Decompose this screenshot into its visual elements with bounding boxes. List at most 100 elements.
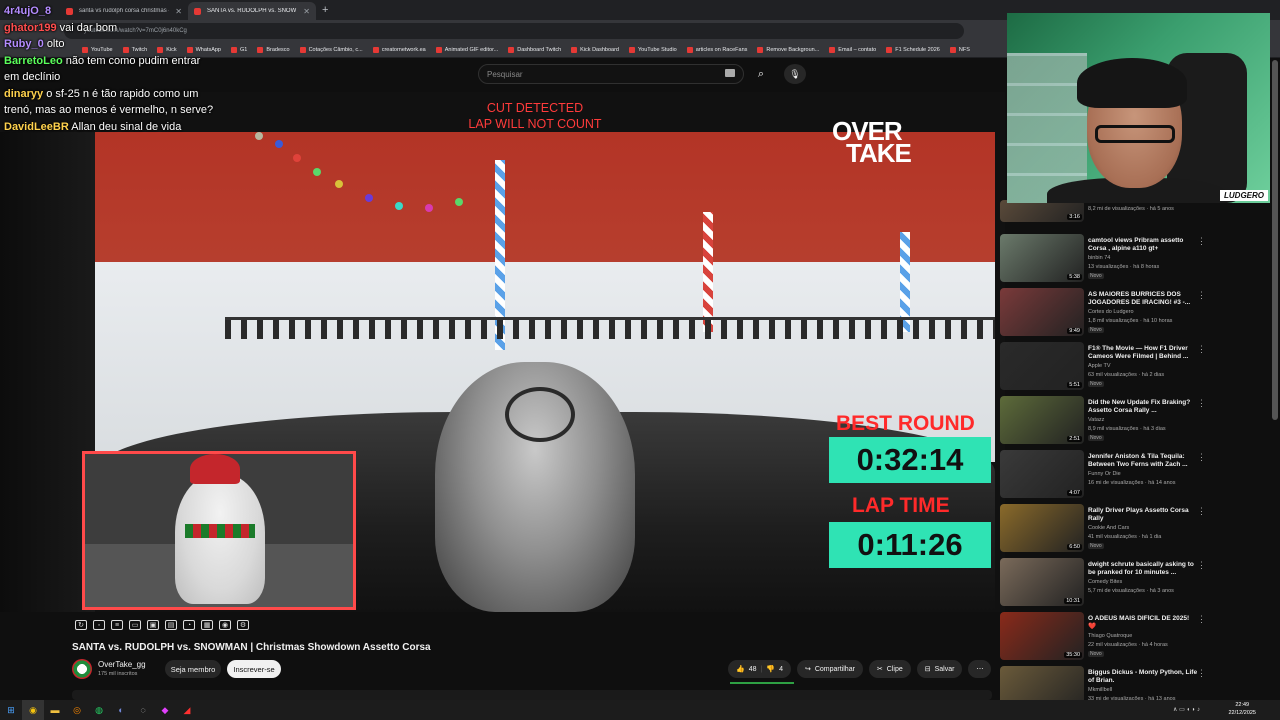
more-options-icon[interactable]: ⋮ [1197,614,1206,625]
discord-icon[interactable]: ◐ [110,700,132,720]
video-thumbnail[interactable]: 6:50 [1000,504,1084,552]
recommended-video[interactable]: 6:50 Rally Driver Plays Assetto Corsa Ral… [1000,504,1265,554]
system-tray-icons[interactable]: ∧ ▭ ◖ ◗ ♪ [1173,706,1200,713]
video-channel[interactable]: Comedy Bites [1088,579,1122,585]
recommended-video[interactable]: 4:07 Jennifer Aniston & Tila Tequila: Bet… [1000,450,1265,500]
more-options-icon[interactable]: ⋮ [1197,236,1206,247]
bookmark-item[interactable]: Cotações Câmbio, c... [299,46,363,53]
keyboard-icon[interactable] [725,69,735,77]
speed-icon[interactable]: ◔ [183,620,195,630]
loop-icon[interactable]: ↻ [75,620,87,630]
video-thumbnail[interactable]: 35:30 [1000,612,1084,660]
obs-icon[interactable]: ◌ [132,700,154,720]
video-title[interactable]: Biggus Dickus - Monty Python, Life of Br… [1088,669,1198,685]
close-tab-icon[interactable]: ✕ [303,7,310,16]
recommended-video[interactable]: 35:30 O ADEUS MAIS DIFÍCIL DE 2025! ❤️ ⋮ Th… [1000,612,1265,662]
chat-username[interactable]: BarretoLeo [4,55,63,67]
theater-icon[interactable]: ▭ [129,620,141,630]
video-channel[interactable]: Cortes do Ludgero [1088,309,1134,315]
bookmark-item[interactable]: Remove Backgroun... [757,46,819,53]
join-button[interactable]: Seja membro [165,660,221,678]
subtitles-icon[interactable]: ▦ [201,620,213,630]
video-title[interactable]: Jennifer Aniston & Tila Tequila: Between… [1088,453,1198,469]
bookmark-item[interactable]: F1 Schedule 2026 [886,46,940,53]
more-actions-button[interactable]: ⋯ [968,660,992,678]
chat-username[interactable]: Ruby_0 [4,38,44,50]
more-options-icon[interactable]: ⋮ [1197,290,1206,301]
bookmark-item[interactable]: YouTube Studio [628,46,677,53]
chat-username[interactable]: ghator199 [4,22,57,34]
video-thumbnail[interactable]: 5:38 [1000,234,1084,282]
search-button[interactable]: ⌕ [748,64,774,84]
folder-icon[interactable]: ▬ [44,700,66,720]
settings-icon[interactable]: ⚙ [237,620,249,630]
video-player[interactable]: CUT DETECTED LAP WILL NOT COUNT OVER TAK… [0,92,1005,612]
video-title[interactable]: camtool views Pribram assetto Corsa , al… [1088,237,1198,253]
thumbs-down-icon[interactable]: 👎 [766,665,775,673]
new-tab-icon[interactable]: + [322,4,328,16]
more-options-icon[interactable]: ⋮ [1197,344,1206,355]
recommended-video[interactable]: 9:49 AS MAIORES BURRICES DOS JOGADORES DE… [1000,288,1265,338]
pip-icon[interactable]: ▣ [147,620,159,630]
screenshot-icon[interactable]: ◉ [219,620,231,630]
video-channel[interactable]: Cookie And Cars [1088,525,1129,531]
video-title[interactable]: dwight schrute basically asking to be pr… [1088,561,1198,577]
playlist-icon[interactable]: ≡ [111,620,123,630]
video-title[interactable]: Did the New Update Fix Braking? Assetto … [1088,399,1198,415]
bookmark-item[interactable]: Dashboard Twitch [508,46,561,53]
video-thumbnail[interactable]: 10:31 [1000,558,1084,606]
more-options-icon[interactable]: ⋮ [1197,668,1206,679]
video-channel[interactable]: Funny Or Die [1088,471,1121,477]
recommended-video[interactable]: 2:51 Did the New Update Fix Braking? Asse… [1000,396,1265,446]
recommended-video[interactable]: 5:38 camtool views Pribram assetto Corsa … [1000,234,1265,284]
video-thumbnail[interactable]: 2:51 [1000,396,1084,444]
bookmark-item[interactable]: Kick Dashboard [571,46,619,53]
channel-avatar[interactable] [72,659,92,679]
chat-username[interactable]: 4r4ujO_8 [4,5,51,17]
more-options-icon[interactable]: ⋮ [1197,506,1206,517]
bookmark-item[interactable]: Bradesco [257,46,290,53]
miniplayer-icon[interactable]: ▤ [165,620,177,630]
app-icon-2[interactable]: ◆ [154,700,176,720]
more-options-icon[interactable]: ⋮ [1197,560,1206,571]
video-title[interactable]: AS MAIORES BURRICES DOS JOGADORES DE IRA… [1088,291,1198,307]
video-channel[interactable]: binbin 74 [1088,255,1110,261]
bookmark-item[interactable]: Email – contato [829,46,876,53]
system-clock[interactable]: 22:49 22/12/2025 [1228,702,1256,717]
video-thumbnail[interactable]: 5:51 [1000,342,1084,390]
description-box[interactable] [72,690,992,700]
app-icon[interactable]: ◎ [66,700,88,720]
save-button[interactable]: ⊟ Salvar [916,660,963,678]
video-thumbnail[interactable]: 9:49 [1000,288,1084,336]
recommended-video[interactable]: 10:31 dwight schrute basically asking to … [1000,558,1265,608]
channel-name[interactable]: OverTake_gg [98,660,146,669]
page-scrollbar[interactable] [1272,60,1278,420]
video-thumbnail[interactable]: 3:16 [1000,200,1084,222]
subscribe-button[interactable]: Inscrever-se [227,660,281,678]
chrome-icon[interactable]: ◉ [22,700,44,720]
like-button[interactable]: 👍 48 | 👎 4 [728,660,791,678]
video-channel[interactable]: Thiago Quatroque [1088,633,1132,639]
bookmark-item[interactable]: G1 [230,46,247,53]
chat-username[interactable]: dinaryy [4,88,43,100]
more-options-icon[interactable]: ⋮ [1197,452,1206,463]
windows-start-icon[interactable]: ⊞ [0,700,22,720]
recommended-video[interactable]: 5:51 F1® The Movie — How F1 Driver Cameos… [1000,342,1265,392]
search-input[interactable]: Pesquisar [478,64,744,84]
bookmark-item[interactable]: articles on RaceFans [686,46,747,53]
video-channel[interactable]: Mkmillbell [1088,687,1112,693]
share-button[interactable]: ↪ Compartilhar [796,660,863,678]
video-title[interactable]: Rally Driver Plays Assetto Corsa Rally [1088,507,1198,523]
bookmark-item[interactable]: NFS [949,46,970,53]
bookmark-item[interactable]: creatornetwork.ea [372,46,426,53]
video-channel[interactable]: Vatazz [1088,417,1104,423]
video-channel[interactable]: Apple TV [1088,363,1111,369]
app-icon-3[interactable]: ◢ [176,700,198,720]
video-title[interactable]: F1® The Movie — How F1 Driver Cameos Wer… [1088,345,1198,361]
chat-username[interactable]: DavidLeeBR [4,121,69,133]
video-thumbnail[interactable]: 4:07 [1000,450,1084,498]
whatsapp-icon[interactable]: ◍ [88,700,110,720]
more-options-icon[interactable]: ⋮ [1197,398,1206,409]
bookmark-item[interactable]: Animated GIF editor... [435,46,498,53]
clip-button[interactable]: ✂ Clipe [868,660,911,678]
